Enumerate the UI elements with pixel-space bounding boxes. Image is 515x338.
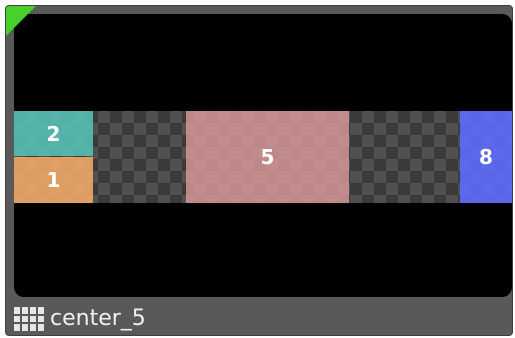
region-1: 1 [14,157,93,203]
region-label: 2 [46,121,61,146]
layout-preset-card[interactable]: 2 1 5 8 center_5 [5,5,513,336]
layout-footer: center_5 [14,305,146,333]
layout-name: center_5 [50,306,146,331]
region-label: 8 [479,145,493,169]
region-label: 5 [260,145,275,169]
grid-layout-icon [14,307,44,331]
layout-preview: 2 1 5 8 [14,14,512,297]
region-8: 8 [460,111,512,203]
region-5: 5 [186,111,349,203]
region-label: 1 [46,168,61,192]
selected-indicator-icon [6,6,36,36]
region-2: 2 [14,111,93,156]
